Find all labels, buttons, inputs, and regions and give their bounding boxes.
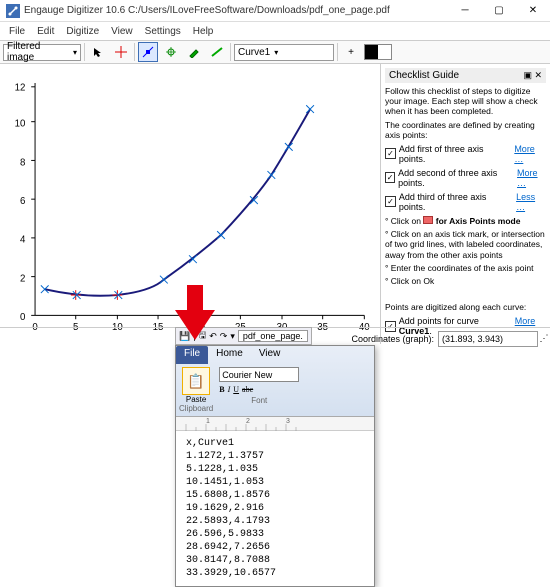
- maximize-button[interactable]: ▢: [482, 0, 516, 22]
- menu-help[interactable]: Help: [188, 26, 219, 37]
- redo-icon[interactable]: ↷: [220, 331, 228, 342]
- svg-text:2: 2: [246, 418, 250, 425]
- color-swatch[interactable]: [364, 44, 392, 60]
- font-group: Courier New B I U abc Font: [219, 367, 299, 413]
- sub-step: ° Click on Ok: [385, 276, 546, 286]
- point-match-tool[interactable]: [161, 42, 181, 62]
- svg-text:2: 2: [20, 273, 25, 284]
- sub-step: ° Click on an axis tick mark, or interse…: [385, 229, 546, 260]
- word-tabs: File Home View: [176, 346, 374, 364]
- checklist-title-text: Checklist Guide: [389, 70, 459, 81]
- menu-edit[interactable]: Edit: [32, 26, 59, 37]
- menu-file[interactable]: File: [4, 26, 30, 37]
- svg-text:10: 10: [15, 119, 26, 130]
- checklist-title: Checklist Guide ▣ ✕: [385, 68, 546, 83]
- bold-button[interactable]: B: [219, 385, 224, 394]
- sub-step: ° Click on for Axis Points mode: [385, 216, 546, 226]
- svg-text:8: 8: [20, 157, 25, 168]
- checklist-item-1: ✓ Add first of three axis points. More …: [385, 144, 546, 164]
- checklist-item-2: ✓ Add second of three axis points. More …: [385, 168, 546, 188]
- strike-button[interactable]: abc: [242, 385, 253, 394]
- axis-point-tool[interactable]: [111, 42, 131, 62]
- digitized-intro: Points are digitized along each curve:: [385, 302, 546, 312]
- close-button[interactable]: ✕: [516, 0, 550, 22]
- coord-value: (31.893, 3.943): [438, 331, 538, 347]
- svg-text:1: 1: [206, 418, 210, 425]
- tab-home[interactable]: Home: [208, 346, 251, 364]
- checklist-intro: Follow this checklist of steps to digiti…: [385, 86, 546, 117]
- panel-close-icon[interactable]: ▣ ✕: [523, 70, 542, 81]
- menubar: File Edit Digitize View Settings Help: [0, 22, 550, 40]
- red-arrow-overlay: [175, 285, 215, 343]
- document-tab[interactable]: pdf_one_page.: [238, 330, 308, 342]
- menu-digitize[interactable]: Digitize: [61, 26, 104, 37]
- svg-text:0: 0: [20, 312, 25, 323]
- minimize-button[interactable]: ─: [448, 0, 482, 22]
- tab-file[interactable]: File: [176, 346, 208, 364]
- wordpad-window: File Home View 📋 Paste Clipboard Courier…: [175, 345, 375, 587]
- select-tool[interactable]: [88, 42, 108, 62]
- checkbox-icon: ✓: [385, 148, 396, 159]
- tab-view[interactable]: View: [251, 346, 289, 364]
- svg-text:6: 6: [20, 196, 25, 207]
- paste-icon[interactable]: 📋: [182, 367, 210, 395]
- paste-label: Paste: [186, 395, 206, 404]
- clipboard-label: Clipboard: [179, 404, 213, 413]
- clipboard-group: 📋 Paste Clipboard: [179, 367, 213, 413]
- font-group-label: Font: [251, 396, 267, 405]
- svg-text:4: 4: [20, 235, 26, 246]
- color-picker-tool[interactable]: [184, 42, 204, 62]
- word-content[interactable]: x,Curve1 1.1272,1.3757 5.1228,1.035 10.1…: [176, 431, 374, 586]
- coords-intro: The coordinates are defined by creating …: [385, 120, 546, 140]
- toolbar: Filtered image Curve1 +: [0, 40, 550, 64]
- filter-mode-combo[interactable]: Filtered image: [3, 44, 81, 61]
- axis-tool-icon: [423, 216, 433, 224]
- coord-label: Coordinates (graph):: [351, 334, 434, 344]
- resize-grip-icon[interactable]: ⋰: [538, 333, 550, 344]
- checkbox-icon: ✓: [385, 196, 396, 207]
- segment-fill-tool[interactable]: [207, 42, 227, 62]
- svg-text:12: 12: [15, 83, 26, 94]
- checkbox-icon: ✓: [385, 172, 395, 183]
- checklist-item-3: ✓ Add third of three axis points. Less …: [385, 192, 546, 212]
- app-icon: [6, 4, 20, 18]
- sub-step: ° Enter the coordinates of the axis poin…: [385, 263, 546, 273]
- sep: ▾: [230, 331, 235, 342]
- underline-button[interactable]: U: [233, 385, 239, 394]
- font-combo[interactable]: Courier New: [219, 367, 299, 382]
- titlebar: Engauge Digitizer 10.6 C:/Users/ILoveFre…: [0, 0, 550, 22]
- checklist-panel: Checklist Guide ▣ ✕ Follow this checklis…: [380, 64, 550, 344]
- menu-settings[interactable]: Settings: [140, 26, 186, 37]
- ruler: 1 2 3: [176, 417, 374, 431]
- svg-text:3: 3: [286, 418, 290, 425]
- curve-combo[interactable]: Curve1: [234, 44, 334, 61]
- menu-view[interactable]: View: [106, 26, 138, 37]
- less-link[interactable]: Less …: [516, 192, 546, 212]
- zoom-in-icon[interactable]: +: [341, 42, 361, 62]
- italic-button[interactable]: I: [228, 385, 231, 394]
- window-title: Engauge Digitizer 10.6 C:/Users/ILoveFre…: [24, 5, 448, 16]
- more-link[interactable]: More …: [517, 168, 546, 188]
- more-link[interactable]: More …: [514, 144, 546, 164]
- curve-point-tool[interactable]: [138, 42, 158, 62]
